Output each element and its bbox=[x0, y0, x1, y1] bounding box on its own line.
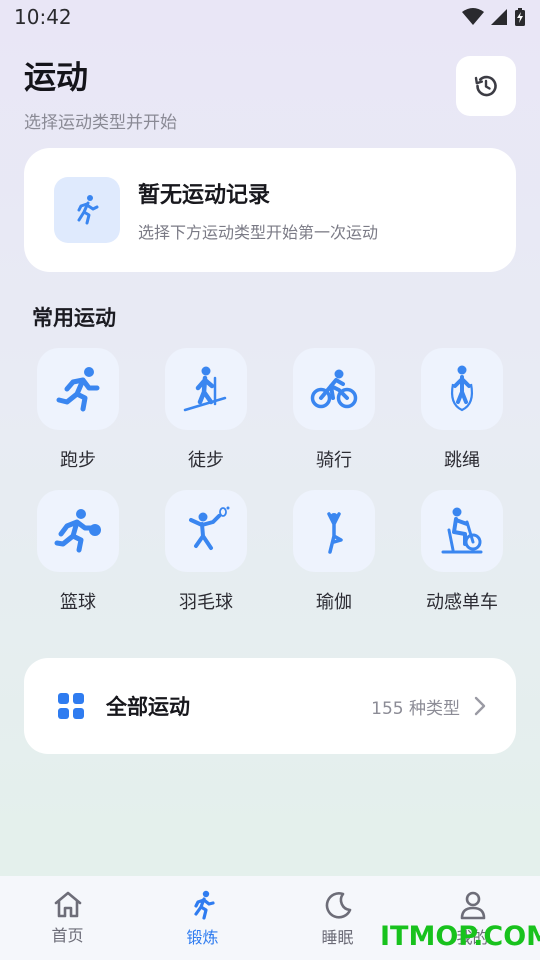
history-button[interactable] bbox=[456, 56, 516, 116]
empty-record-card: 暂无运动记录 选择下方运动类型开始第一次运动 bbox=[24, 148, 516, 272]
empty-record-icon-box bbox=[54, 177, 120, 243]
person-icon bbox=[460, 891, 485, 920]
yoga-icon bbox=[327, 512, 343, 554]
sport-icon-box bbox=[421, 490, 503, 572]
moon-icon bbox=[325, 892, 351, 919]
sport-icon-box bbox=[293, 348, 375, 430]
running-icon bbox=[77, 195, 99, 225]
empty-record-title: 暂无运动记录 bbox=[138, 183, 271, 208]
tab-exercise[interactable]: 锻炼 bbox=[135, 876, 270, 960]
status-icons bbox=[462, 7, 526, 27]
page-subtitle: 选择运动类型并开始 bbox=[24, 113, 177, 133]
jump-rope-icon bbox=[450, 365, 474, 412]
sport-item-basketball[interactable]: 篮球 bbox=[14, 490, 142, 614]
sport-label: 徒步 bbox=[188, 450, 224, 471]
exercise-icon bbox=[193, 890, 215, 920]
running-icon bbox=[56, 367, 100, 412]
sport-item-spin-bike[interactable]: 动感单车 bbox=[398, 490, 526, 614]
battery-icon bbox=[515, 8, 525, 26]
sport-label: 瑜伽 bbox=[316, 592, 352, 613]
sport-item-running[interactable]: 跑步 bbox=[14, 348, 142, 472]
status-time: 10:42 bbox=[14, 5, 72, 29]
grid-icon bbox=[58, 693, 84, 719]
sport-item-hiking[interactable]: 徒步 bbox=[142, 348, 270, 472]
tab-home[interactable]: 首页 bbox=[0, 876, 135, 960]
sport-label: 骑行 bbox=[316, 450, 352, 471]
sport-icon-box bbox=[165, 348, 247, 430]
sport-label: 篮球 bbox=[60, 592, 96, 613]
signal-icon bbox=[491, 9, 507, 25]
sport-label: 动感单车 bbox=[426, 592, 498, 613]
empty-record-subtitle: 选择下方运动类型开始第一次运动 bbox=[138, 223, 379, 242]
watermark: ITMOP.COM bbox=[380, 921, 540, 952]
sport-label: 羽毛球 bbox=[179, 592, 233, 613]
section-title-common: 常用运动 bbox=[32, 306, 116, 330]
all-sports-card[interactable]: 全部运动 155 种类型 bbox=[24, 658, 516, 754]
tab-label: 首页 bbox=[51, 926, 84, 945]
sport-icon-box bbox=[37, 348, 119, 430]
wifi-icon bbox=[462, 8, 484, 25]
chevron-right-icon bbox=[474, 696, 486, 716]
hiking-icon bbox=[183, 366, 227, 412]
sport-grid: 跑步 徒步 骑行 跳绳 篮球 羽毛球 瑜伽 动感单车 bbox=[14, 348, 526, 614]
all-sports-count: 155 种类型 bbox=[371, 698, 460, 719]
sport-icon-box bbox=[165, 490, 247, 572]
tab-label: 锻炼 bbox=[186, 928, 219, 947]
sport-label: 跑步 bbox=[60, 450, 96, 471]
status-bar: 10:42 bbox=[0, 0, 540, 34]
sport-item-jump-rope[interactable]: 跳绳 bbox=[398, 348, 526, 472]
sport-item-cycling[interactable]: 骑行 bbox=[270, 348, 398, 472]
basketball-icon bbox=[54, 509, 101, 553]
cycling-icon bbox=[310, 369, 358, 409]
spin-bike-icon bbox=[441, 507, 483, 554]
sport-item-badminton[interactable]: 羽毛球 bbox=[142, 490, 270, 614]
home-icon bbox=[54, 891, 81, 918]
all-sports-title: 全部运动 bbox=[106, 695, 190, 719]
header: 运动 选择运动类型并开始 bbox=[24, 52, 177, 133]
history-icon bbox=[474, 75, 497, 97]
sport-item-yoga[interactable]: 瑜伽 bbox=[270, 490, 398, 614]
tab-label: 睡眠 bbox=[321, 928, 354, 947]
sport-label: 跳绳 bbox=[444, 450, 480, 471]
sport-icon-box bbox=[293, 490, 375, 572]
sport-icon-box bbox=[421, 348, 503, 430]
badminton-icon bbox=[189, 506, 230, 550]
sport-icon-box bbox=[37, 490, 119, 572]
page-title: 运动 bbox=[24, 58, 89, 96]
